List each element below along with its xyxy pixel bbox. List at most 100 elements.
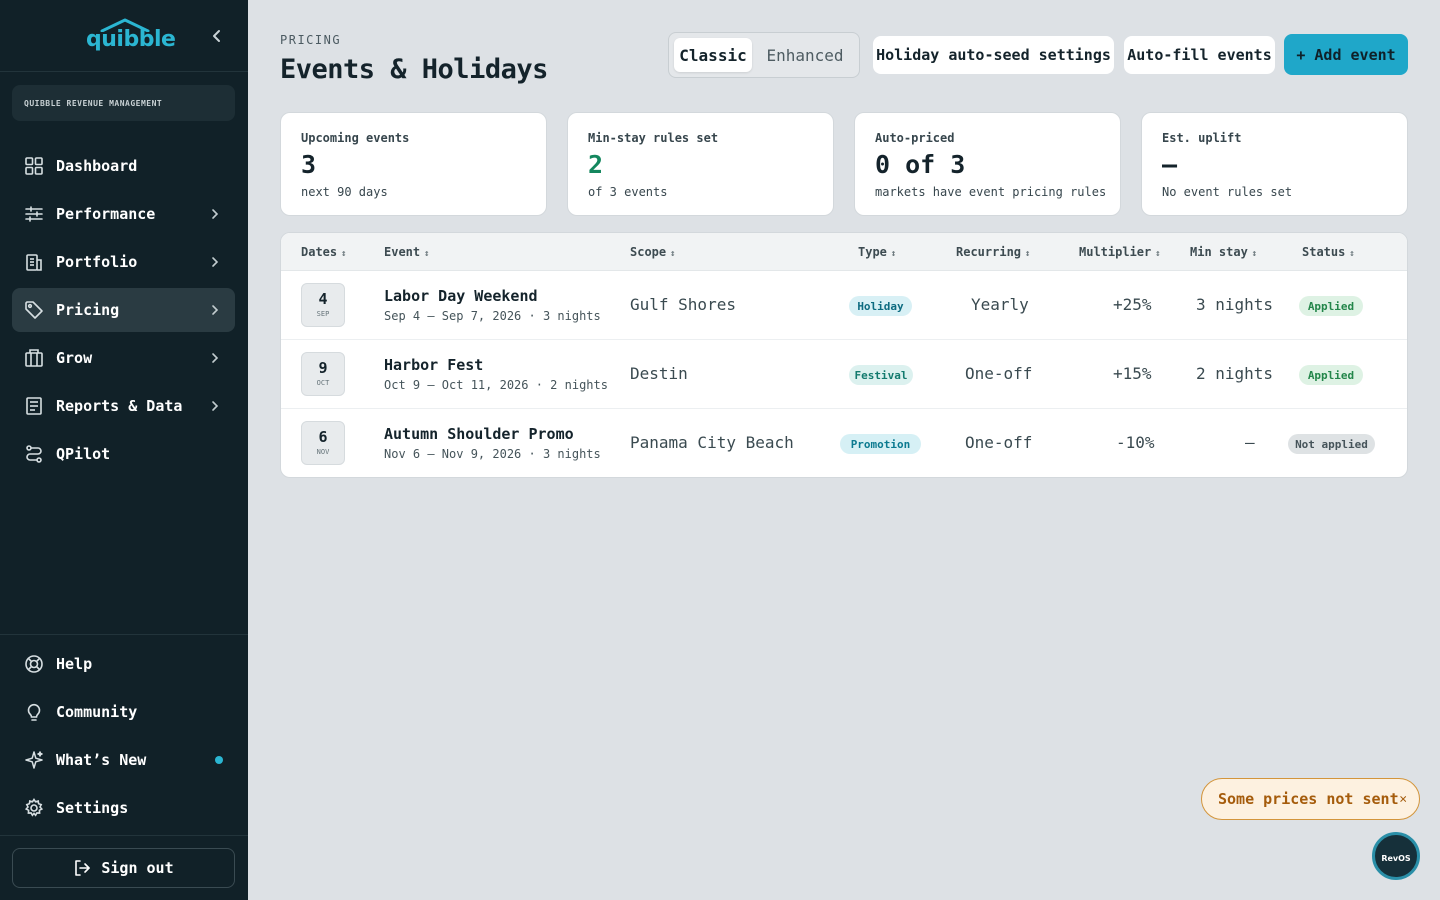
chevron-right-icon	[212, 209, 219, 219]
sign-out-icon	[75, 860, 91, 876]
date-day: 4	[318, 290, 328, 308]
toast-notification[interactable]: Some prices not sent	[1201, 778, 1420, 820]
sidebar-item-label: What’s New	[56, 751, 147, 769]
collapse-sidebar-icon[interactable]	[208, 27, 226, 45]
view-enhanced-button[interactable]: Enhanced	[757, 38, 853, 72]
event-scope: Destin	[630, 364, 688, 383]
sidebar-item-label: Community	[56, 703, 138, 721]
stat-value: 0 of 3	[875, 150, 966, 179]
sort-icon: ↕	[1251, 249, 1258, 259]
sliders-icon	[25, 206, 43, 222]
holiday-auto-seed-settings-button[interactable]: Holiday auto-seed settings	[873, 36, 1114, 74]
stat-value: 2	[588, 150, 604, 179]
revos-assistant-button[interactable]: RevOS	[1372, 832, 1420, 880]
column-header-status[interactable]: Status ↕	[1302, 245, 1355, 259]
page-eyebrow: PRICING	[280, 33, 342, 47]
column-header-multiplier[interactable]: Multiplier ↕	[1079, 245, 1161, 259]
route-icon	[26, 445, 42, 463]
sidebar-item-label: Reports & Data	[56, 397, 183, 415]
sign-out-label: Sign out	[101, 859, 174, 877]
sidebar-item-label: Performance	[56, 205, 156, 223]
sidebar-item-performance[interactable]: Performance	[12, 192, 235, 236]
sidebar-item-label: Help	[56, 655, 93, 673]
stat-sub: of 3 events	[588, 185, 668, 199]
auto-fill-events-button[interactable]: Auto-fill events	[1124, 36, 1275, 74]
logo-row: quibble	[0, 0, 248, 72]
status-badge: Applied	[1299, 365, 1363, 385]
quibble-logo[interactable]: quibble	[86, 18, 176, 54]
event-scope: Panama City Beach	[630, 433, 794, 452]
grid-icon	[25, 157, 43, 175]
sidebar-item-dashboard[interactable]: Dashboard	[12, 144, 235, 188]
event-multiplier: -10%	[1116, 433, 1155, 452]
event-recurring: One-off	[965, 433, 1033, 452]
add-event-button[interactable]: + Add event	[1284, 34, 1408, 75]
sidebar-item-community[interactable]: Community	[12, 690, 235, 734]
sidebar-item-label: Settings	[56, 799, 129, 817]
stat-card-upcoming: Upcoming events 3 next 90 days	[280, 112, 547, 216]
revos-label: RevOS	[1381, 853, 1411, 863]
sidebar-item-help[interactable]: Help	[12, 642, 235, 686]
stat-label: Est. uplift	[1162, 131, 1242, 145]
sort-icon: ↕	[424, 249, 430, 259]
column-header-type[interactable]: Type ↕	[858, 245, 896, 259]
tag-icon	[25, 301, 43, 319]
event-name: Labor Day Weekend	[384, 287, 538, 305]
chevron-right-icon	[212, 353, 219, 363]
sort-icon: ↕	[1349, 249, 1355, 259]
column-header-dates[interactable]: Dates ↕	[301, 245, 347, 259]
sidebar-item-grow[interactable]: Grow	[12, 336, 235, 380]
view-toggle: Classic Enhanced	[668, 32, 860, 78]
sidebar: quibble QUIBBLE REVENUE MANAGEMENT Dashb…	[0, 0, 248, 900]
sidebar-item-label: Dashboard	[56, 157, 138, 175]
column-header-scope[interactable]: Scope ↕	[630, 245, 676, 259]
stat-label: Min-stay rules set	[588, 131, 719, 145]
sort-icon: ↕	[670, 249, 676, 259]
column-header-min-stay[interactable]: Min stay ↕	[1190, 245, 1257, 259]
lifebuoy-icon	[25, 655, 43, 673]
report-icon	[26, 397, 42, 415]
date-month: SEP	[316, 310, 330, 318]
event-min-stay: —	[1245, 433, 1255, 452]
column-header-event[interactable]: Event ↕	[384, 245, 430, 259]
columns-icon	[25, 349, 43, 367]
sidebar-item-qpilot[interactable]: QPilot	[12, 432, 235, 476]
date-badge: 4 SEP	[301, 283, 345, 327]
sidebar-item-label: Grow	[56, 349, 93, 367]
toast-text: Some prices not sent	[1218, 790, 1399, 808]
column-header-recurring[interactable]: Recurring ↕	[956, 245, 1030, 259]
org-selector[interactable]: QUIBBLE REVENUE MANAGEMENT	[12, 85, 235, 121]
sparkles-icon	[25, 751, 43, 769]
new-indicator-dot	[215, 756, 223, 764]
events-table: Dates ↕ Event ↕ Scope ↕ Type ↕ Recurring ↕ Mu…	[280, 232, 1408, 478]
table-row[interactable]: 4 SEP Labor Day Weekend Sep 4 – Sep 7, 2…	[281, 271, 1407, 340]
building-icon	[26, 254, 42, 271]
sidebar-item-reports[interactable]: Reports & Data	[12, 384, 235, 428]
event-range: Oct 9 – Oct 11, 2026 · 2 nights	[384, 378, 608, 392]
view-classic-button[interactable]: Classic	[674, 38, 752, 72]
date-badge: 9 OCT	[301, 352, 345, 396]
sort-icon: ↕	[890, 249, 897, 259]
sidebar-item-label: Pricing	[56, 301, 120, 319]
close-icon[interactable]	[1399, 792, 1407, 806]
event-scope: Gulf Shores	[630, 295, 736, 314]
table-row[interactable]: 6 NOV Autumn Shoulder Promo Nov 6 – Nov …	[281, 409, 1407, 477]
sidebar-item-pricing[interactable]: Pricing	[12, 288, 235, 332]
stat-card-uplift: Est. uplift — No event rules set	[1141, 112, 1408, 216]
stat-value: —	[1162, 150, 1178, 179]
type-badge: Promotion	[840, 434, 921, 454]
sidebar-item-whats-new[interactable]: What’s New	[12, 738, 235, 782]
sidebar-item-label: QPilot	[56, 445, 111, 463]
stat-value: 3	[301, 150, 317, 179]
stat-sub: No event rules set	[1162, 185, 1293, 199]
event-multiplier: +25%	[1113, 295, 1152, 314]
type-badge: Holiday	[849, 296, 912, 316]
sign-out-button[interactable]: Sign out	[12, 848, 235, 888]
event-range: Sep 4 – Sep 7, 2026 · 3 nights	[384, 309, 601, 323]
sidebar-item-portfolio[interactable]: Portfolio	[12, 240, 235, 284]
sidebar-item-label: Portfolio	[56, 253, 138, 271]
sidebar-item-settings[interactable]: Settings	[12, 786, 235, 830]
table-row[interactable]: 9 OCT Harbor Fest Oct 9 – Oct 11, 2026 ·…	[281, 340, 1407, 409]
stat-card-min-stay: Min-stay rules set 2 of 3 events	[567, 112, 834, 216]
table-header: Dates ↕ Event ↕ Scope ↕ Type ↕ Recurring ↕ Mu…	[281, 233, 1407, 271]
